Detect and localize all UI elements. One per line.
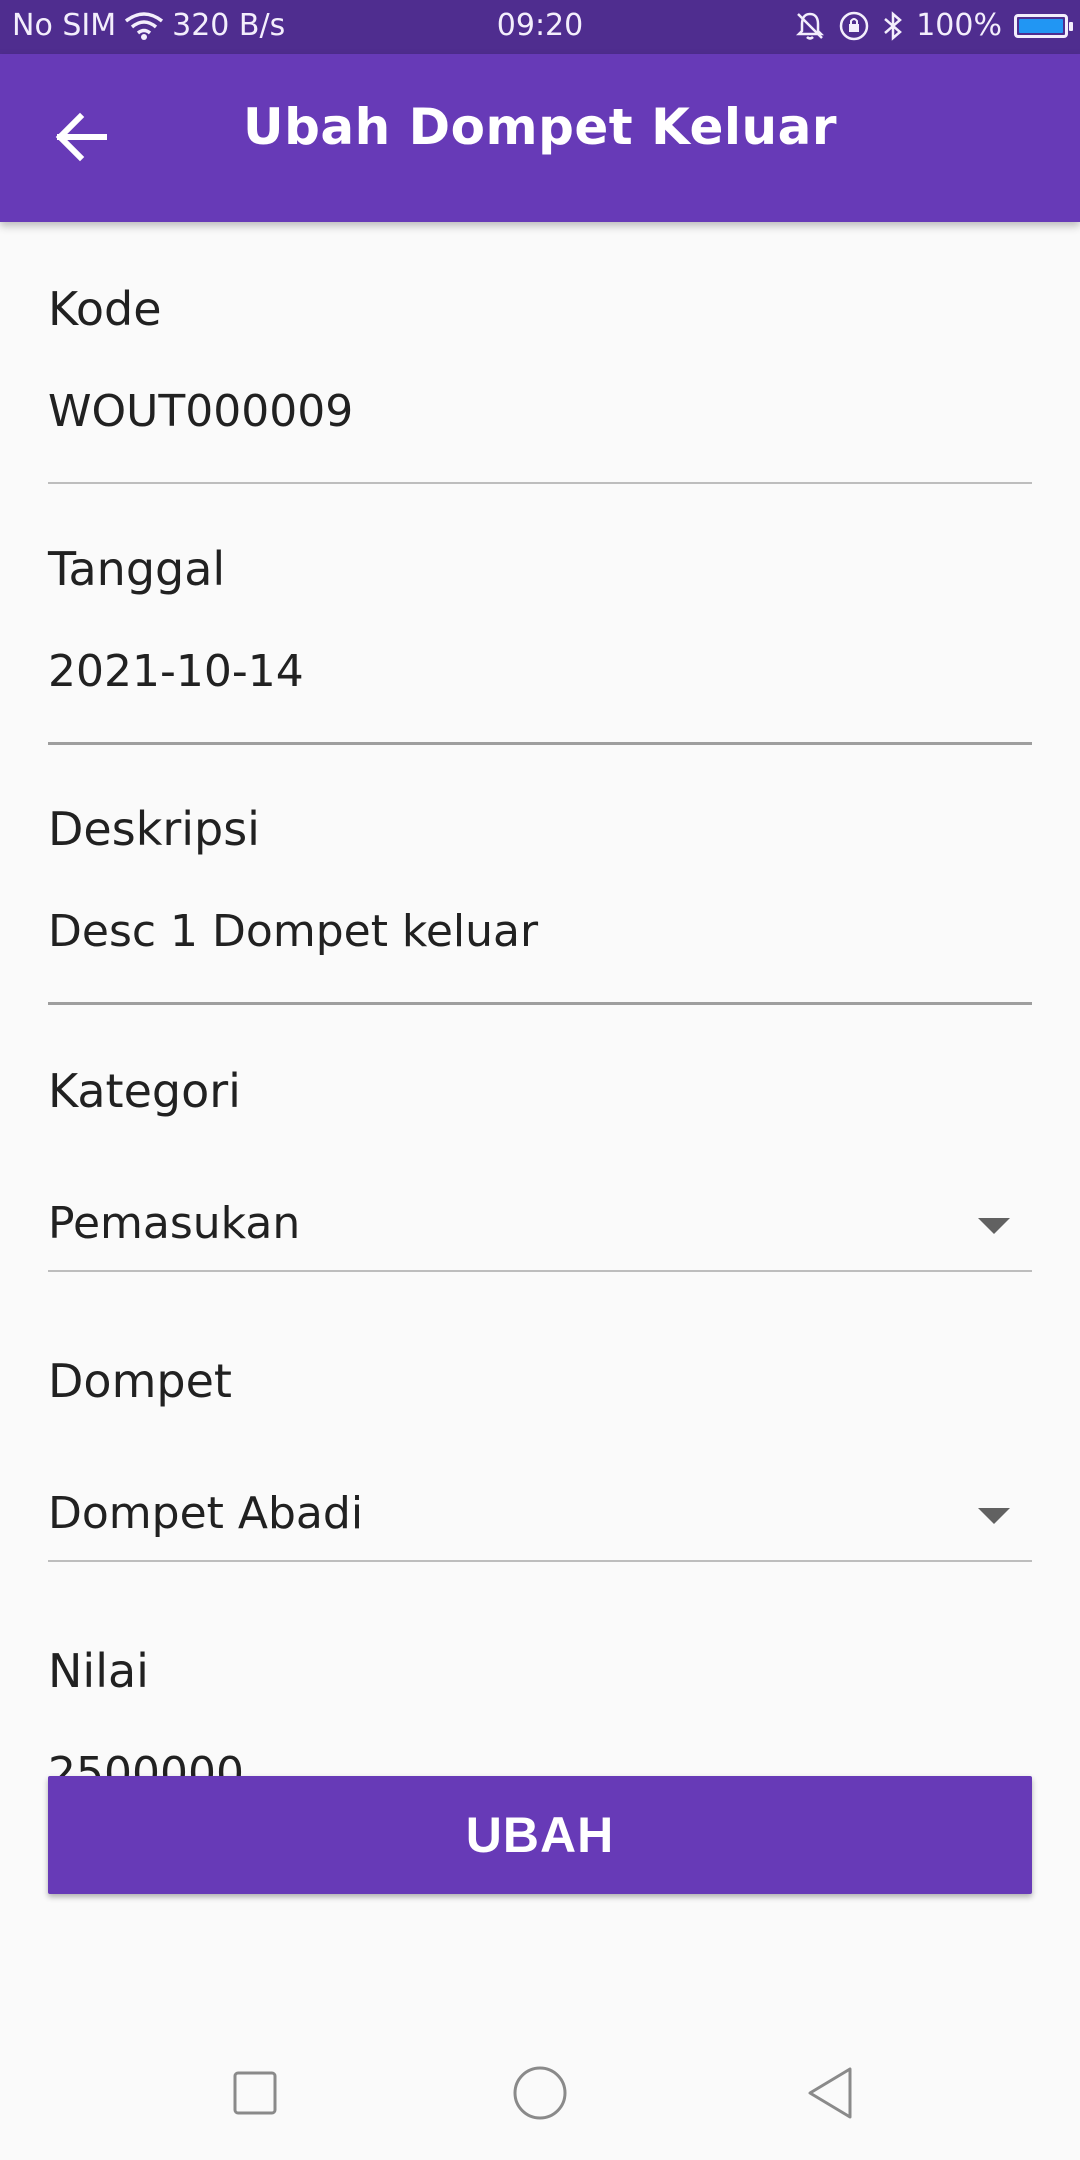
kode-input[interactable]: WOUT000009 <box>48 386 353 437</box>
deskripsi-underline <box>48 1002 1032 1005</box>
status-bar: No SIM 320 B/s 09:20 100% <box>0 0 1080 54</box>
bluetooth-icon <box>882 10 904 42</box>
kategori-label: Kategori <box>48 1064 241 1118</box>
kode-label: Kode <box>48 282 162 336</box>
mute-icon <box>794 10 826 42</box>
rotation-lock-icon <box>838 10 870 42</box>
deskripsi-label: Deskripsi <box>48 802 260 856</box>
home-icon <box>512 2065 568 2125</box>
battery-icon <box>1014 13 1073 38</box>
battery-percent-text: 100% <box>916 8 1002 43</box>
nav-back-button[interactable] <box>795 2060 865 2130</box>
app-bar: Ubah Dompet Keluar <box>0 54 1080 222</box>
tanggal-label: Tanggal <box>48 542 226 596</box>
dompet-underline <box>48 1560 1032 1562</box>
back-triangle-icon <box>804 2065 856 2125</box>
recent-apps-button[interactable] <box>220 2060 290 2130</box>
dompet-select[interactable]: Dompet Abadi <box>48 1488 363 1539</box>
ubah-button[interactable]: UBAH <box>48 1776 1032 1894</box>
tanggal-input[interactable]: 2021-10-14 <box>48 646 304 697</box>
recent-apps-icon <box>232 2070 278 2120</box>
nilai-label: Nilai <box>48 1644 149 1698</box>
chevron-down-icon[interactable] <box>978 1508 1010 1524</box>
home-button[interactable] <box>505 2060 575 2130</box>
chevron-down-icon[interactable] <box>978 1218 1010 1234</box>
system-nav-bar <box>0 2030 1080 2160</box>
kategori-underline <box>48 1270 1032 1272</box>
dompet-label: Dompet <box>48 1354 232 1408</box>
page-title: Ubah Dompet Keluar <box>242 98 837 156</box>
deskripsi-input[interactable]: Desc 1 Dompet keluar <box>48 906 538 957</box>
tanggal-underline <box>48 742 1032 745</box>
kode-underline <box>48 482 1032 484</box>
kategori-select[interactable]: Pemasukan <box>48 1198 300 1249</box>
clock-text: 09:20 <box>496 8 584 43</box>
